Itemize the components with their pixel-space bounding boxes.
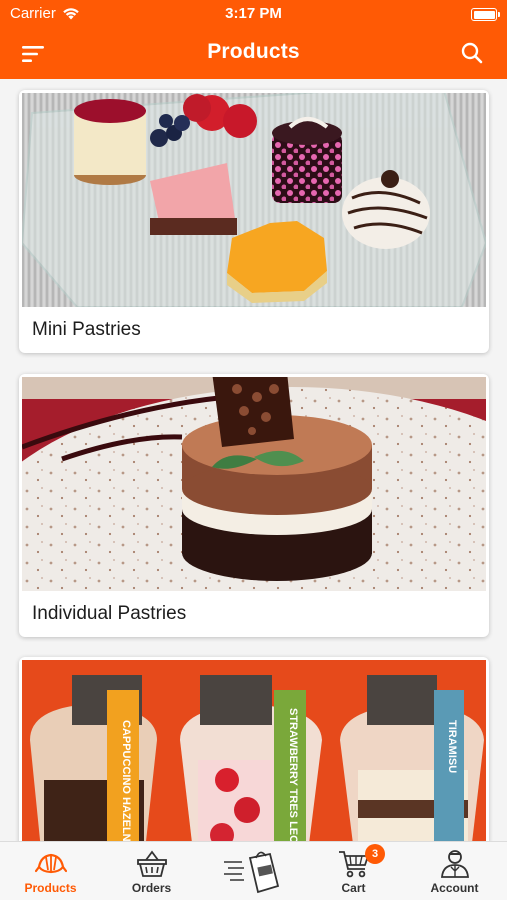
search-button[interactable] [459, 40, 485, 66]
cup-label: STRAWBERRY TRES LECHES [287, 708, 299, 841]
tab-account[interactable]: Account [404, 842, 505, 900]
user-icon [441, 850, 469, 878]
status-bar: Carrier 3:17 PM [0, 0, 507, 28]
basket-icon [137, 850, 167, 877]
tab-bar: Products Orders 3 Cart Account [0, 841, 507, 900]
tab-orders[interactable]: Orders [101, 842, 202, 900]
cart-badge: 3 [365, 844, 385, 864]
mini-pastries-photo [22, 93, 486, 307]
tab-delivery[interactable] [202, 842, 303, 900]
product-list[interactable]: Mini Pastries Individual Pastries CAPPUC… [0, 79, 507, 841]
tab-label: Cart [341, 881, 366, 895]
product-card-cup-desserts[interactable]: CAPPUCCINO HAZELNUT STRAWBERRY TRES LECH… [19, 657, 489, 841]
individual-pastries-photo [22, 377, 486, 591]
status-time: 3:17 PM [225, 5, 282, 22]
tab-label: Account [430, 881, 479, 895]
battery-icon [471, 8, 500, 21]
cup-label: CAPPUCCINO HAZELNUT [120, 720, 132, 841]
tab-products[interactable]: Products [0, 842, 101, 900]
cup-label: TIRAMISU [446, 720, 458, 773]
delivery-bag-icon [224, 851, 280, 894]
tab-label: Orders [131, 881, 172, 895]
search-icon [461, 42, 483, 64]
product-title: Mini Pastries [32, 319, 141, 340]
product-title: Individual Pastries [32, 603, 187, 624]
nav-bar: Products [0, 28, 507, 79]
tab-label: Products [24, 881, 77, 895]
product-card-mini-pastries[interactable]: Mini Pastries [19, 90, 489, 353]
app-header: Carrier 3:17 PM Products [0, 0, 507, 79]
croissant-icon [35, 853, 67, 874]
product-card-individual-pastries[interactable]: Individual Pastries [19, 374, 489, 637]
cup-desserts-photo: CAPPUCCINO HAZELNUT STRAWBERRY TRES LECH… [22, 660, 486, 841]
tab-cart[interactable]: 3 Cart [303, 842, 404, 900]
page-title: Products [207, 40, 300, 63]
